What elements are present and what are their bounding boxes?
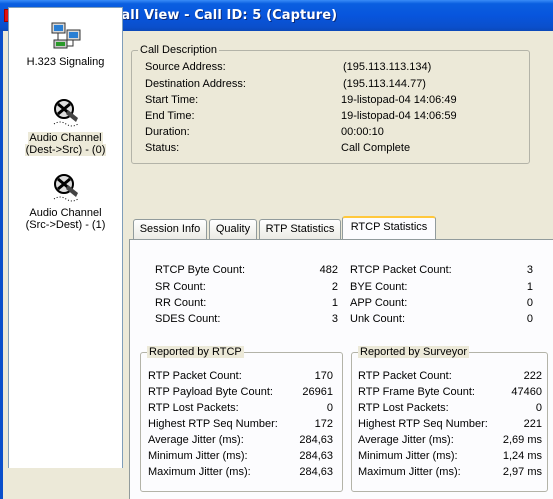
- rr-count-label: RR Count:: [155, 297, 207, 309]
- group-legend: Reported by Surveyor: [358, 346, 469, 358]
- rr-count-value: 1: [331, 297, 338, 309]
- list-item-audio-src-dest[interactable]: Audio Channel (Src->Dest) - (1): [9, 171, 122, 231]
- network-computers-icon: [51, 22, 80, 49]
- duration-label: Duration:: [145, 126, 190, 138]
- status-label: Status:: [145, 142, 180, 154]
- rtcp-highest-seq-label: Highest RTP Seq Number:: [148, 418, 278, 430]
- rtcp-byte-count-value: 482: [319, 264, 338, 276]
- surveyor-frame-byte-count-value: 47460: [511, 386, 542, 398]
- list-item-label: Audio Channel: [28, 132, 103, 144]
- rtcp-payload-byte-count-label: RTP Payload Byte Count:: [148, 386, 273, 398]
- surveyor-highest-seq-label: Highest RTP Seq Number:: [358, 418, 488, 430]
- tab-rtcp-statistics[interactable]: RTCP Statistics: [342, 216, 436, 239]
- group-legend: Call Description: [138, 44, 220, 56]
- rtcp-lost-packets-label: RTP Lost Packets:: [148, 402, 239, 414]
- rtcp-payload-byte-count-value: 26961: [302, 386, 333, 398]
- end-time-value: 19-listopad-04 14:06:59: [341, 110, 457, 122]
- list-item-h323-signaling[interactable]: H.323 Signaling: [9, 20, 122, 68]
- rtcp-rtp-packet-count-label: RTP Packet Count:: [148, 370, 242, 382]
- source-address-label: Source Address:: [145, 61, 226, 73]
- app-count-value: 0: [526, 297, 533, 309]
- surveyor-lost-packets-label: RTP Lost Packets:: [358, 402, 449, 414]
- end-time-label: End Time:: [145, 110, 195, 122]
- rtcp-maximum-jitter-label: Maximum Jitter (ms):: [148, 466, 251, 478]
- tab-rtp-statistics[interactable]: RTP Statistics: [259, 219, 341, 239]
- destination-address-value: (195.113.144.77): [343, 78, 426, 90]
- start-time-value: 19-listopad-04 14:06:49: [341, 94, 457, 106]
- list-item-sublabel: (Src->Dest) - (1): [25, 219, 106, 231]
- rtcp-average-jitter-value: 284,63: [299, 434, 333, 446]
- list-item-audio-dest-src[interactable]: Audio Channel (Dest->Src) - (0): [9, 96, 122, 156]
- bye-count-value: 1: [526, 281, 533, 293]
- list-item-sublabel: (Dest->Src) - (0): [24, 144, 107, 156]
- sr-count-label: SR Count:: [155, 281, 206, 293]
- tab-session-info[interactable]: Session Info: [133, 219, 207, 239]
- app-count-label: APP Count:: [350, 297, 408, 309]
- start-time-label: Start Time:: [145, 94, 199, 106]
- surveyor-minimum-jitter-label: Minimum Jitter (ms):: [358, 450, 458, 462]
- source-address-value: (195.113.113.134): [343, 61, 432, 73]
- duration-value: 00:00:10: [341, 126, 384, 138]
- destination-address-label: Destination Address:: [145, 78, 246, 90]
- rtcp-maximum-jitter-value: 284,63: [299, 466, 333, 478]
- surveyor-average-jitter-value: 2,69 ms: [502, 434, 542, 446]
- rtcp-packet-count-value: 3: [526, 264, 533, 276]
- rtcp-highest-seq-value: 172: [314, 418, 333, 430]
- sdes-count-label: SDES Count:: [155, 313, 221, 325]
- surveyor-rtp-packet-count-label: RTP Packet Count:: [358, 370, 452, 382]
- tab-quality[interactable]: Quality: [209, 219, 257, 239]
- rtcp-minimum-jitter-value: 284,63: [299, 450, 333, 462]
- surveyor-highest-seq-value: 221: [523, 418, 542, 430]
- list-item-label: H.323 Signaling: [26, 56, 105, 68]
- bye-count-label: BYE Count:: [350, 281, 408, 293]
- audio-channel-icon: [53, 174, 78, 202]
- surveyor-rtp-packet-count-value: 222: [523, 370, 542, 382]
- surveyor-average-jitter-label: Average Jitter (ms):: [358, 434, 454, 446]
- surveyor-maximum-jitter-value: 2,97 ms: [502, 466, 542, 478]
- group-legend: Reported by RTCP: [147, 346, 244, 358]
- sdes-count-value: 3: [331, 313, 338, 325]
- unk-count-value: 0: [526, 313, 533, 325]
- audio-channel-icon: [53, 99, 78, 127]
- surveyor-minimum-jitter-value: 1,24 ms: [502, 450, 542, 462]
- surveyor-lost-packets-value: 0: [535, 402, 542, 414]
- rtcp-average-jitter-label: Average Jitter (ms):: [148, 434, 244, 446]
- rtcp-packet-count-label: RTCP Packet Count:: [350, 264, 452, 276]
- channel-list[interactable]: H.323 Signaling Audio Channel (Dest->Src…: [8, 7, 123, 468]
- sr-count-value: 2: [331, 281, 338, 293]
- status-value: Call Complete: [341, 142, 411, 154]
- unk-count-label: Unk Count:: [350, 313, 406, 325]
- rtcp-minimum-jitter-label: Minimum Jitter (ms):: [148, 450, 248, 462]
- rtcp-rtp-packet-count-value: 170: [314, 370, 333, 382]
- surveyor-maximum-jitter-label: Maximum Jitter (ms):: [358, 466, 461, 478]
- list-item-label: Audio Channel: [29, 207, 102, 219]
- surveyor-frame-byte-count-label: RTP Frame Byte Count:: [358, 386, 475, 398]
- rtcp-byte-count-label: RTCP Byte Count:: [155, 264, 246, 276]
- rtcp-lost-packets-value: 0: [326, 402, 333, 414]
